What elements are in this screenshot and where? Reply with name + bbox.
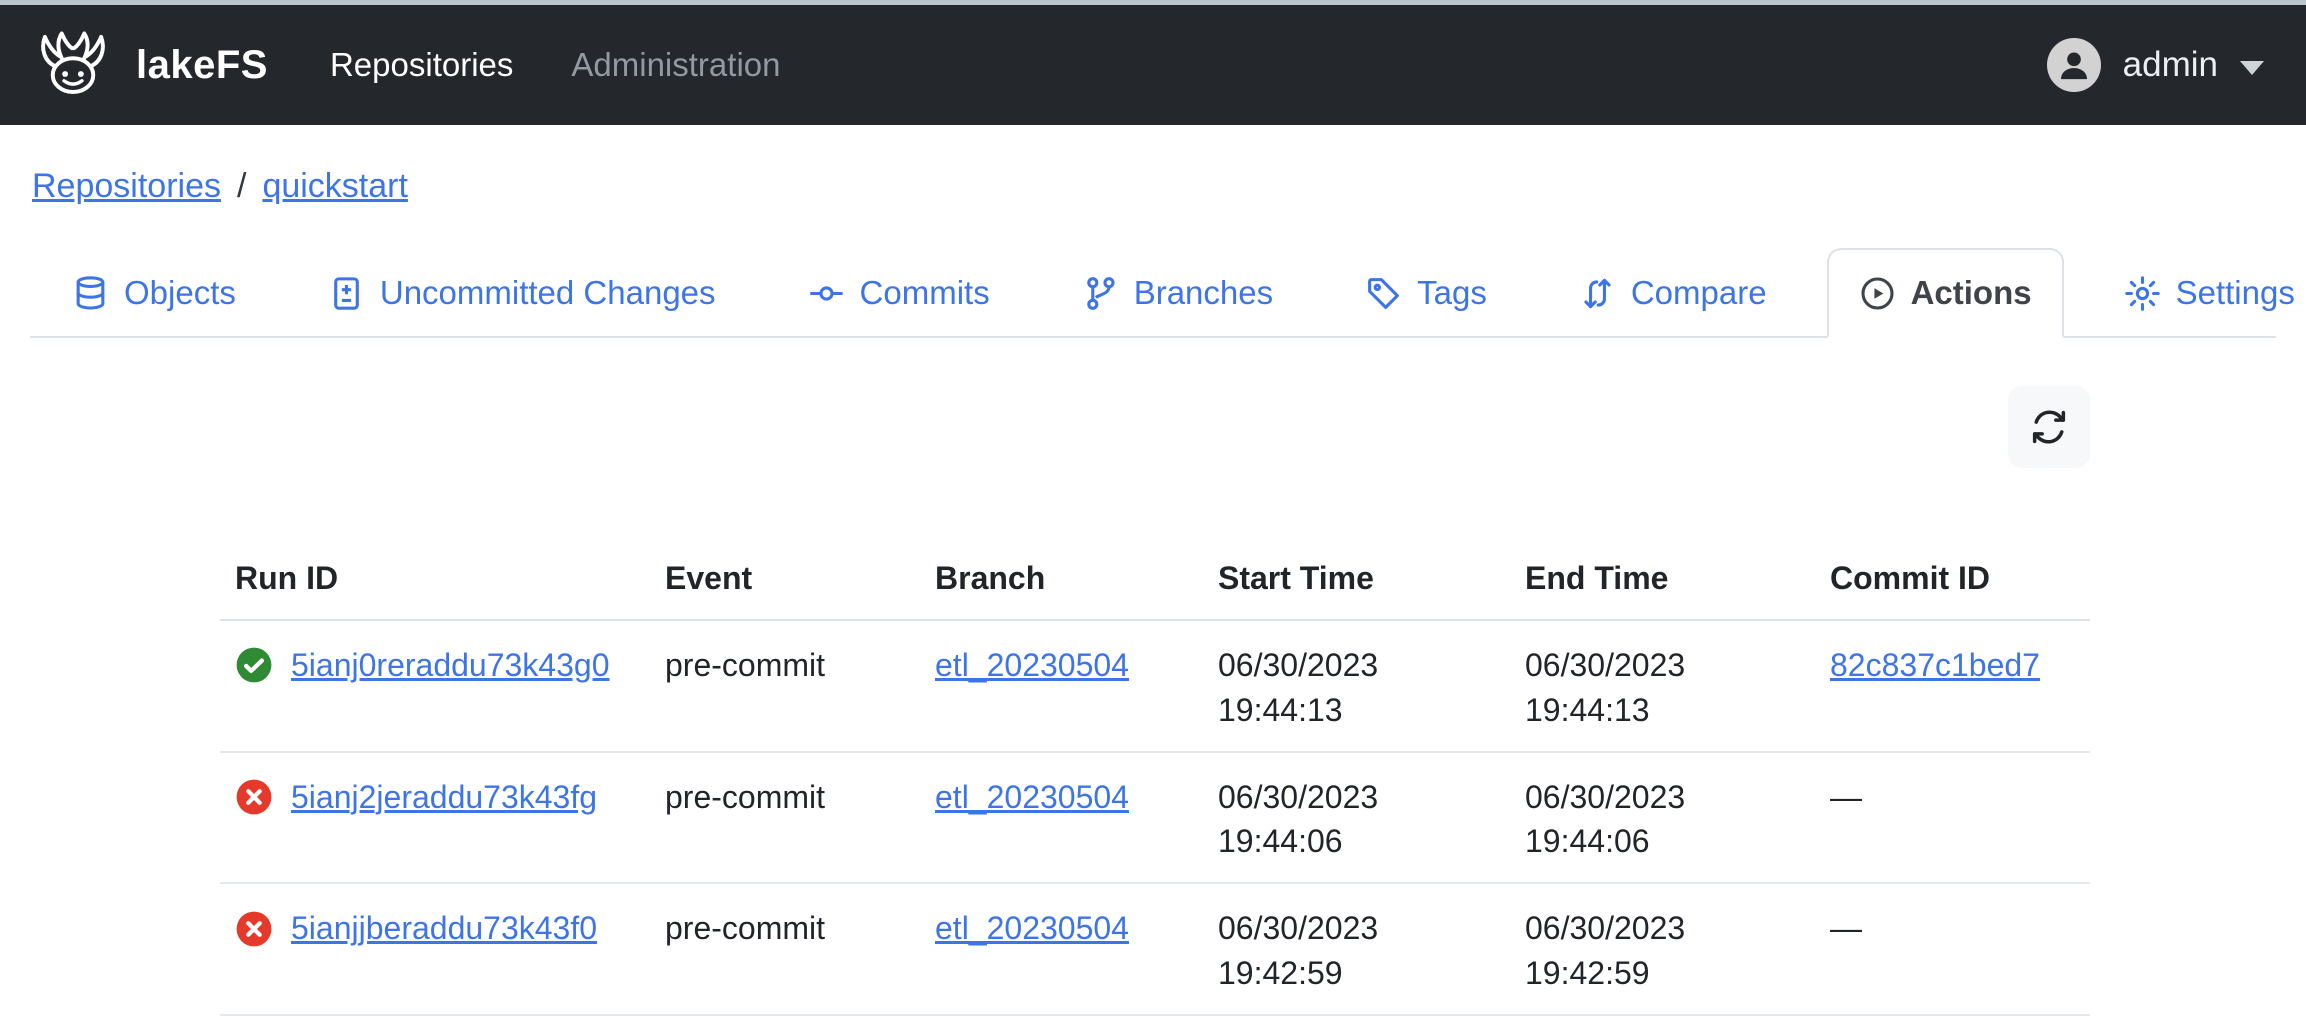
column-header-event: Event	[650, 524, 920, 620]
user-menu[interactable]: admin	[2047, 38, 2264, 92]
start-date: 06/30/2023	[1218, 906, 1495, 951]
column-header-run-id: Run ID	[220, 524, 650, 620]
commit-icon	[808, 275, 845, 312]
tab-uncommitted-changes[interactable]: Uncommitted Changes	[296, 248, 748, 338]
start-date: 06/30/2023	[1218, 775, 1495, 820]
user-name: admin	[2123, 45, 2218, 85]
event-value: pre-commit	[665, 779, 825, 815]
actions-pane: Run ID Event Branch Start Time End Time …	[220, 386, 2090, 1016]
branch-link[interactable]: etl_20230504	[935, 910, 1129, 946]
tab-tags[interactable]: Tags	[1333, 248, 1519, 338]
start-time: 19:44:13	[1218, 688, 1495, 733]
breadcrumb-repositories-link[interactable]: Repositories	[32, 167, 221, 206]
avatar	[2047, 38, 2101, 92]
table-row: 5ianjjberaddu73k43f0 pre-commit etl_2023…	[220, 883, 2090, 1015]
refresh-icon	[2028, 406, 2070, 448]
branch-link[interactable]: etl_20230504	[935, 647, 1129, 683]
branch-link[interactable]: etl_20230504	[935, 779, 1129, 815]
commit-id-empty: —	[1830, 779, 1862, 815]
column-header-branch: Branch	[920, 524, 1203, 620]
end-time: 19:44:13	[1525, 688, 1800, 733]
gear-icon	[2124, 275, 2161, 312]
end-date: 06/30/2023	[1525, 643, 1800, 688]
event-value: pre-commit	[665, 647, 825, 683]
start-time: 19:42:59	[1218, 951, 1495, 996]
navbar: lakeFS Repositories Administration admin	[0, 5, 2306, 125]
column-header-commit-id: Commit ID	[1815, 524, 2090, 620]
main-nav: Repositories Administration	[330, 46, 781, 84]
breadcrumb: Repositories / quickstart	[32, 167, 2276, 206]
table-row: 5ianj0reraddu73k43g0 pre-commit etl_2023…	[220, 620, 2090, 752]
brand[interactable]: lakeFS	[30, 29, 268, 101]
end-time: 19:44:06	[1525, 819, 1800, 864]
compare-icon	[1579, 275, 1616, 312]
run-id-link[interactable]: 5ianjjberaddu73k43f0	[291, 906, 597, 951]
tab-commits[interactable]: Commits	[776, 248, 1022, 338]
tag-icon	[1365, 275, 1402, 312]
caret-down-icon	[2240, 61, 2264, 75]
commit-id-link[interactable]: 82c837c1bed7	[1830, 647, 2040, 683]
failure-x-icon	[235, 778, 273, 816]
table-row: 5ianj2jeraddu73k43fg pre-commit etl_2023…	[220, 752, 2090, 884]
person-icon	[2054, 45, 2094, 85]
tab-actions[interactable]: Actions	[1827, 248, 2064, 338]
end-date: 06/30/2023	[1525, 906, 1800, 951]
nav-item-repositories[interactable]: Repositories	[330, 46, 513, 84]
end-date: 06/30/2023	[1525, 775, 1800, 820]
play-circle-icon	[1859, 275, 1896, 312]
runs-table-header-row: Run ID Event Branch Start Time End Time …	[220, 524, 2090, 620]
tab-branches[interactable]: Branches	[1050, 248, 1305, 338]
tab-objects[interactable]: Objects	[40, 248, 268, 338]
lakefs-logo-icon	[30, 29, 116, 101]
failure-x-icon	[235, 910, 273, 948]
refresh-button[interactable]	[2008, 386, 2090, 468]
branch-icon	[1082, 275, 1119, 312]
run-id-link[interactable]: 5ianj0reraddu73k43g0	[291, 643, 609, 688]
actions-toolbar	[220, 386, 2090, 468]
repo-tab-bar: Objects Uncommitted Changes Commits Bran…	[30, 248, 2276, 338]
runs-table: Run ID Event Branch Start Time End Time …	[220, 524, 2090, 1016]
nav-item-administration[interactable]: Administration	[571, 46, 780, 84]
column-header-start-time: Start Time	[1203, 524, 1510, 620]
tab-settings[interactable]: Settings	[2092, 248, 2306, 338]
breadcrumb-repo-link[interactable]: quickstart	[262, 167, 408, 206]
column-header-end-time: End Time	[1510, 524, 1815, 620]
brand-name: lakeFS	[136, 43, 268, 88]
end-time: 19:42:59	[1525, 951, 1800, 996]
database-icon	[72, 275, 109, 312]
event-value: pre-commit	[665, 910, 825, 946]
start-time: 19:44:06	[1218, 819, 1495, 864]
file-diff-icon	[328, 275, 365, 312]
tab-compare[interactable]: Compare	[1547, 248, 1799, 338]
start-date: 06/30/2023	[1218, 643, 1495, 688]
success-check-icon	[235, 646, 273, 684]
run-id-link[interactable]: 5ianj2jeraddu73k43fg	[291, 775, 597, 820]
breadcrumb-separator: /	[237, 167, 246, 206]
commit-id-empty: —	[1830, 910, 1862, 946]
